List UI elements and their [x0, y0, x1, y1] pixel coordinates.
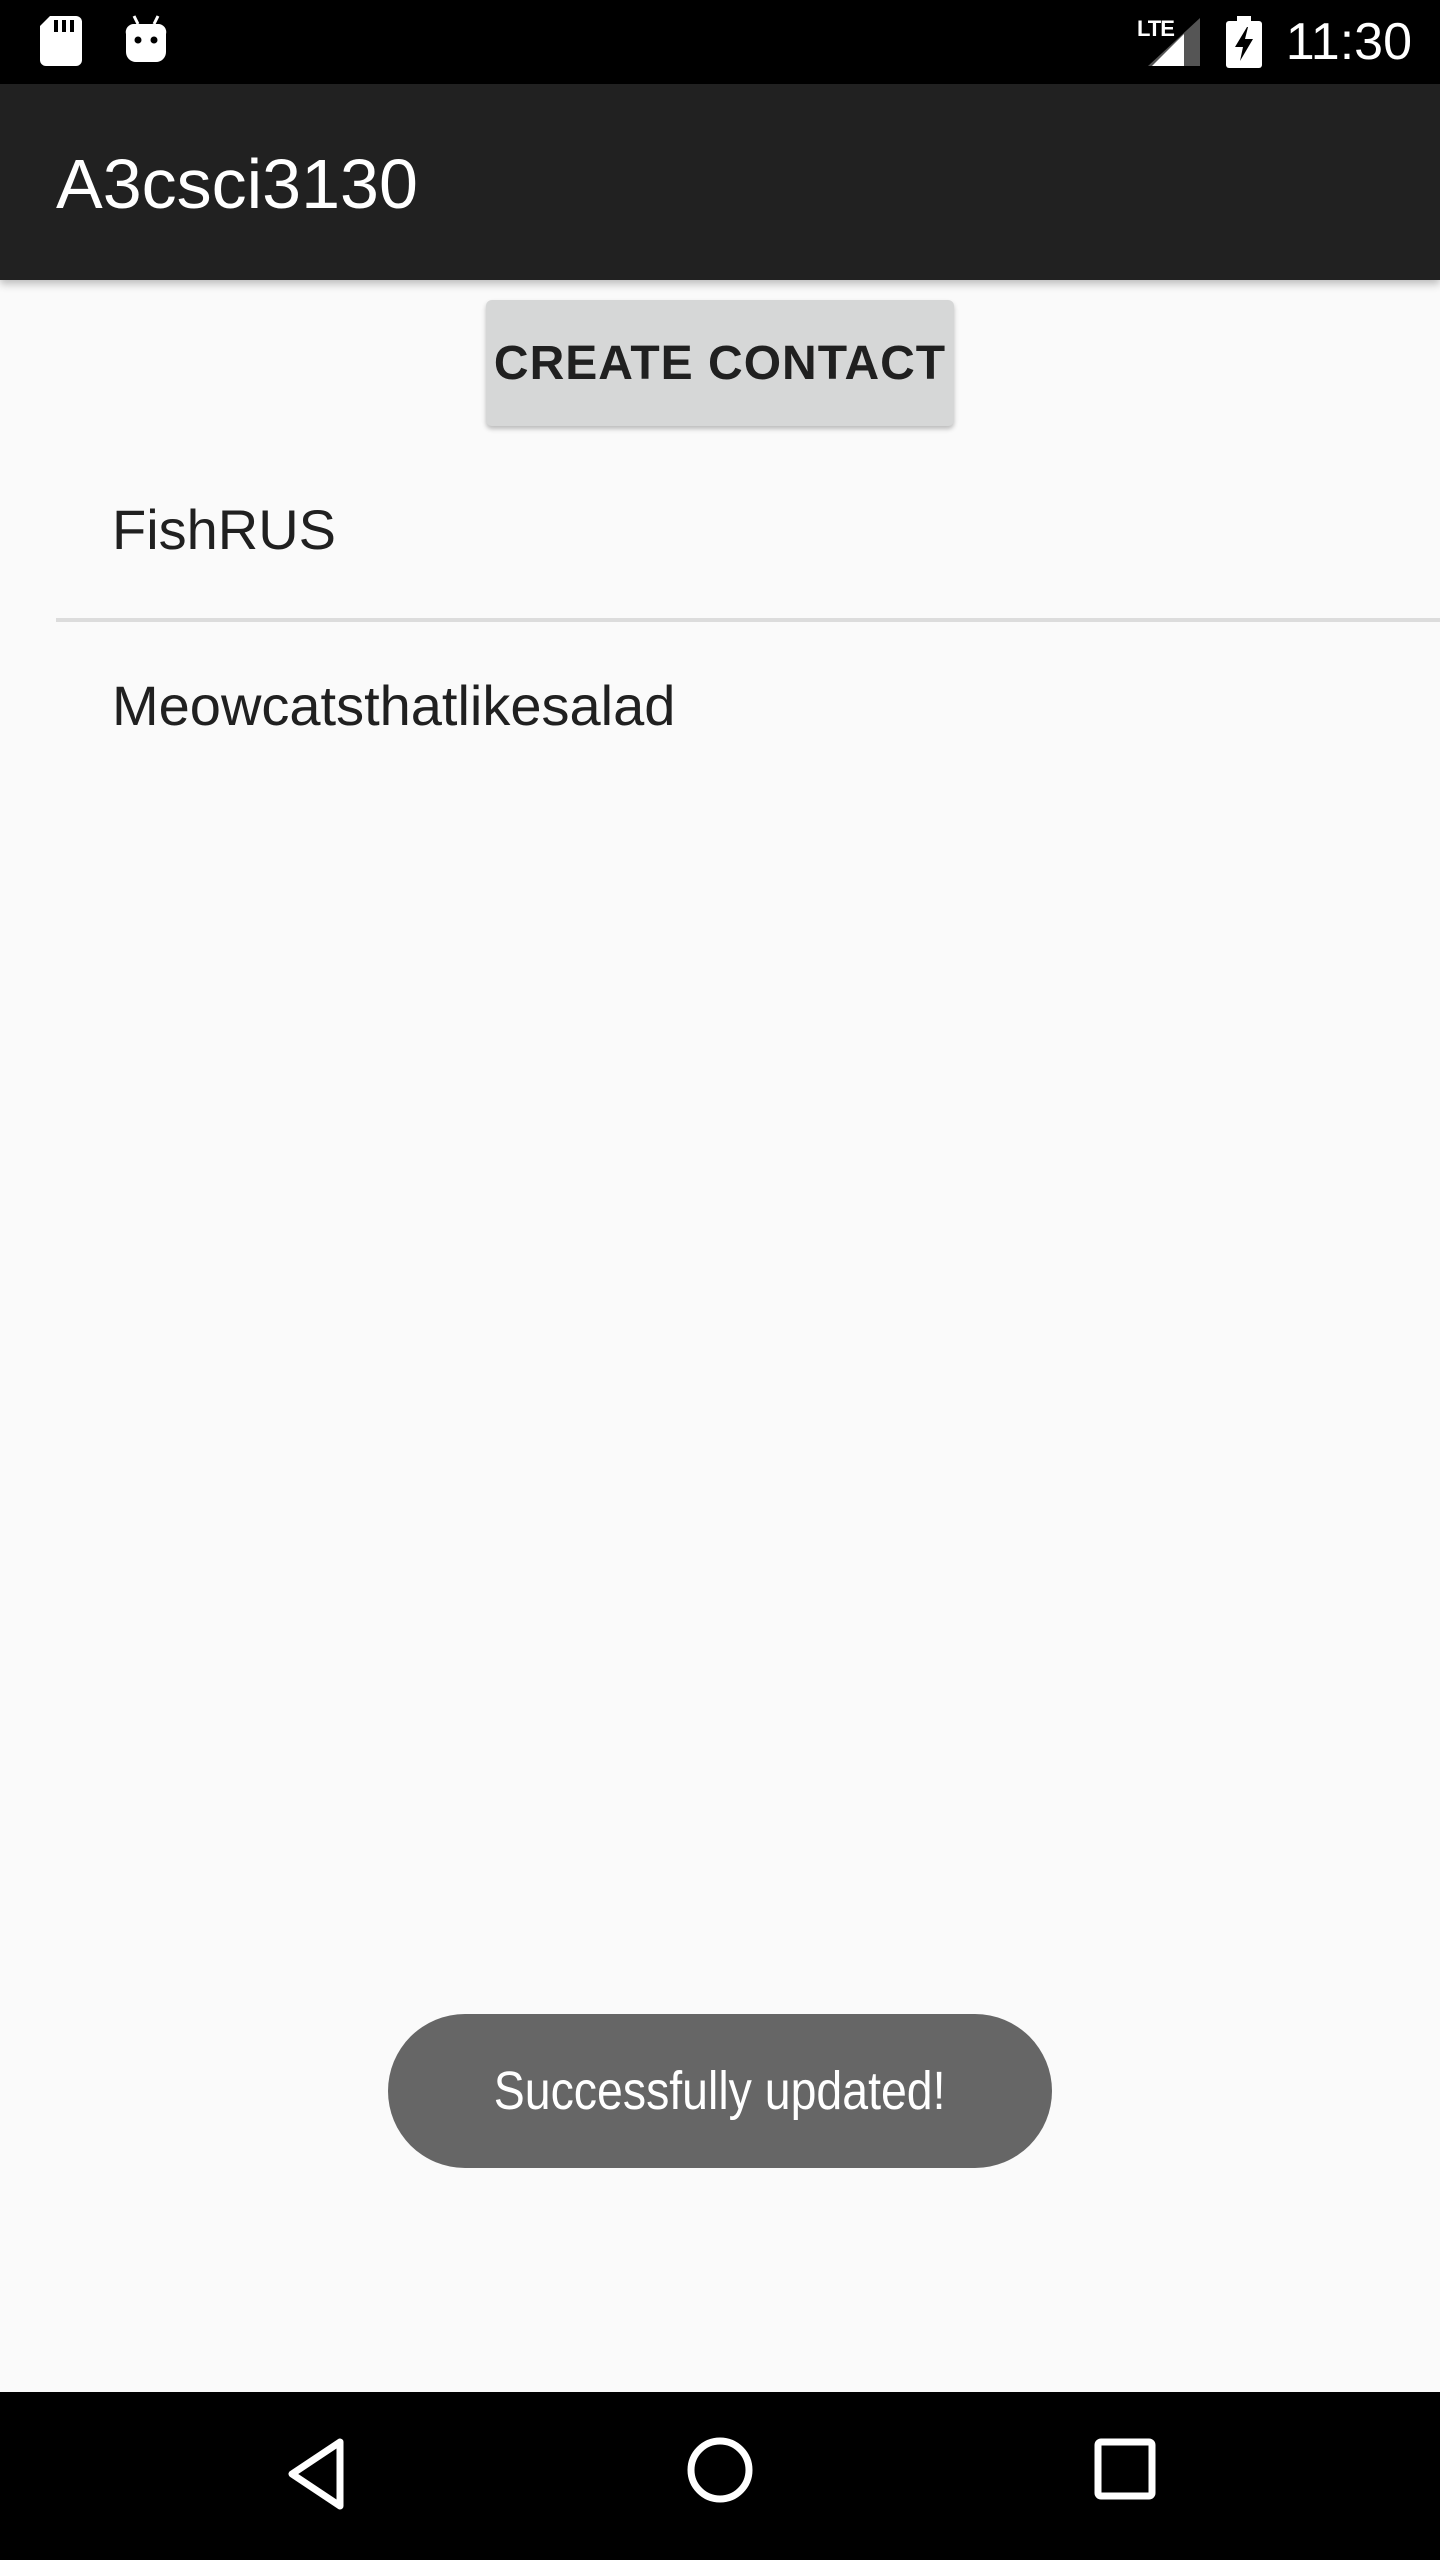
sd-card-icon	[40, 16, 82, 66]
app-toolbar: A3csci3130	[0, 84, 1440, 280]
page-title: A3csci3130	[56, 145, 418, 223]
list-item[interactable]: Meowcatsthatlikesalad	[56, 622, 1440, 794]
toast-message: Successfully updated!	[494, 2061, 946, 2121]
status-bar: LTE 11:30	[0, 0, 1440, 84]
contact-list: FishRUS Meowcatsthatlikesalad	[0, 446, 1440, 794]
create-contact-button[interactable]: CREATE CONTACT	[486, 300, 954, 426]
status-clock: 11:30	[1285, 13, 1412, 71]
battery-charging-icon	[1226, 16, 1262, 68]
contact-name: FishRUS	[112, 498, 337, 561]
signal-icon	[1148, 18, 1200, 66]
list-item[interactable]: FishRUS	[56, 446, 1440, 618]
back-icon[interactable]	[284, 2436, 348, 2512]
toast-notification: Successfully updated!	[388, 2014, 1052, 2168]
recents-icon[interactable]	[1094, 2438, 1156, 2500]
navigation-bar	[0, 2392, 1440, 2560]
home-icon[interactable]	[686, 2436, 754, 2504]
contact-name: Meowcatsthatlikesalad	[112, 674, 676, 737]
android-debug-icon	[125, 15, 167, 62]
